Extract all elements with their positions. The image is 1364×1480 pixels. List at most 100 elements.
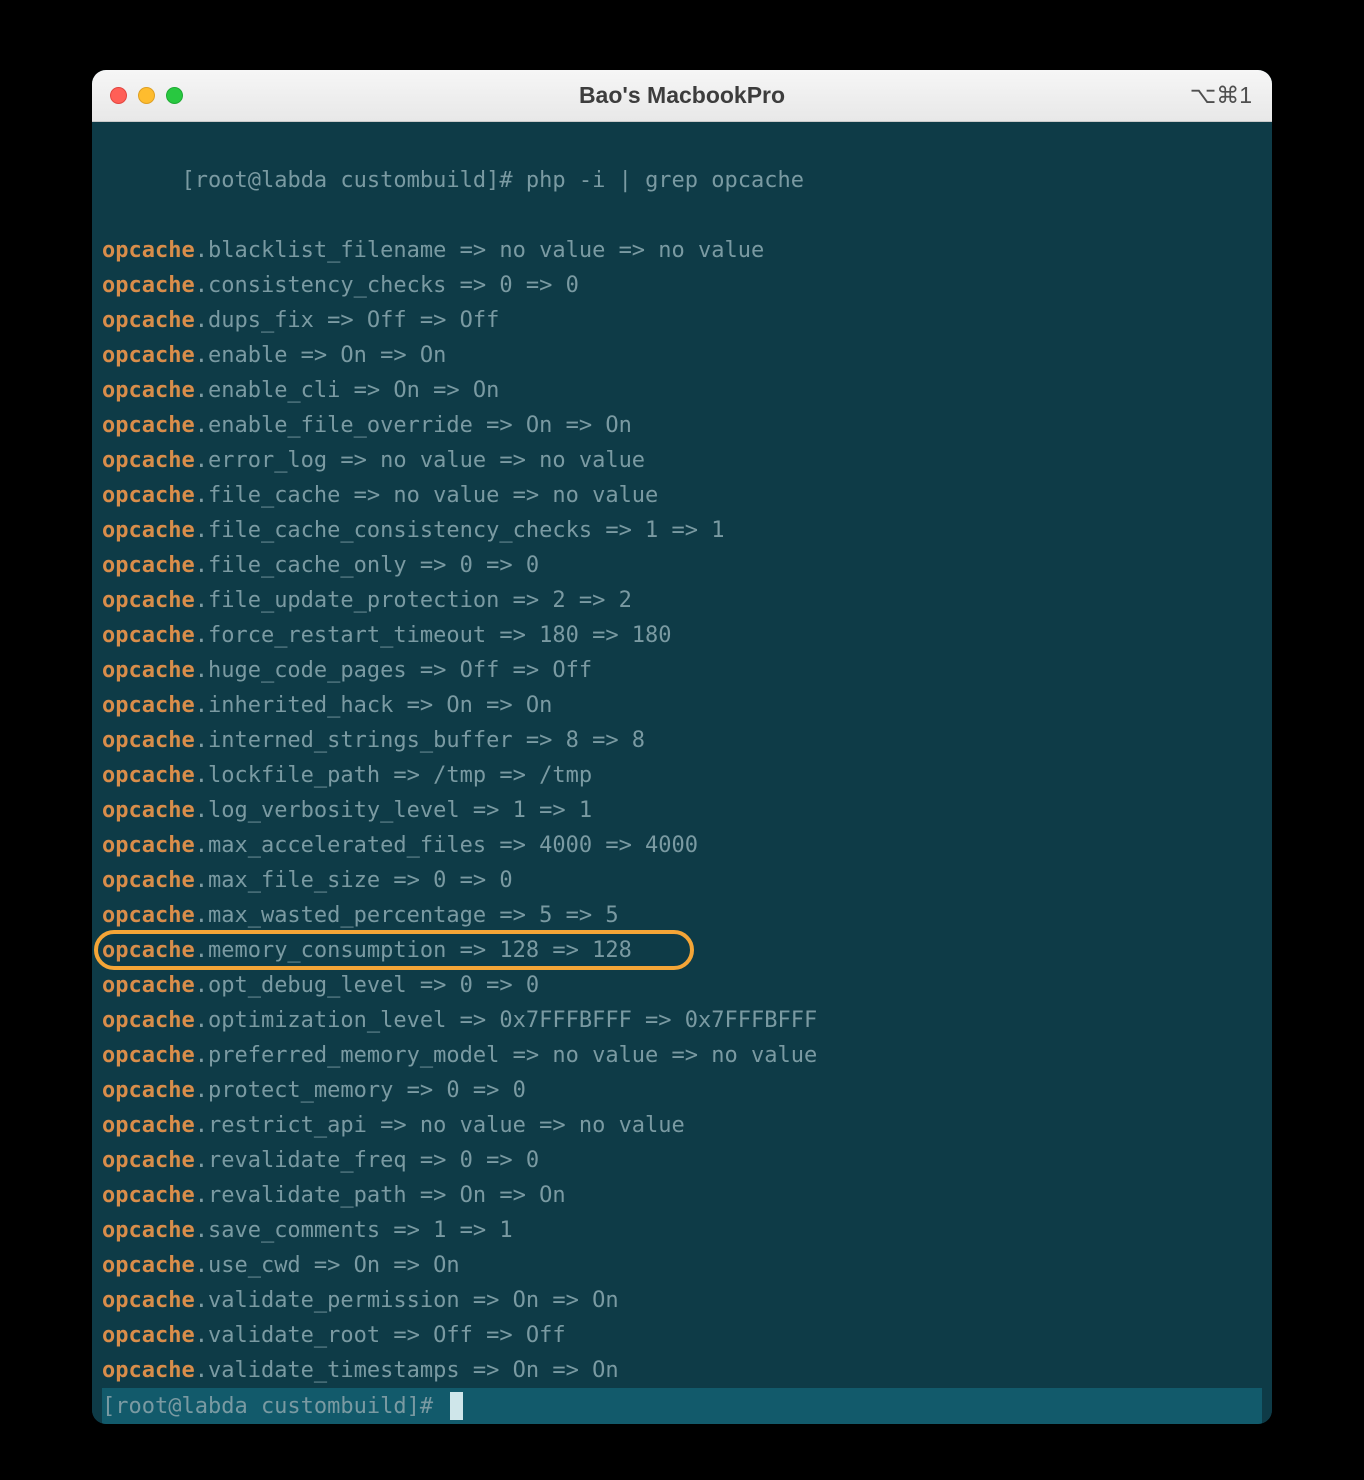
config-value: .restrict_api => no value => no value	[195, 1113, 685, 1138]
config-key: opcache	[102, 518, 195, 543]
config-value: .optimization_level => 0x7FFFBFFF => 0x7…	[195, 1008, 818, 1033]
config-key: opcache	[102, 1323, 195, 1348]
config-value: .use_cwd => On => On	[195, 1253, 460, 1278]
config-key: opcache	[102, 1253, 195, 1278]
config-value: .consistency_checks => 0 => 0	[195, 273, 579, 298]
config-value: .error_log => no value => no value	[195, 448, 645, 473]
config-value: .file_cache_only => 0 => 0	[195, 553, 539, 578]
config-key: opcache	[102, 413, 195, 438]
output-line: opcache.revalidate_path => On => On	[102, 1178, 1262, 1213]
output-line: opcache.lockfile_path => /tmp => /tmp	[102, 758, 1262, 793]
config-key: opcache	[102, 623, 195, 648]
config-value: .memory_consumption => 128 => 128	[195, 938, 632, 963]
output-line: opcache.enable_file_override => On => On	[102, 408, 1262, 443]
prompt-current[interactable]: [root@labda custombuild]#	[102, 1388, 1262, 1424]
output-line: opcache.file_update_protection => 2 => 2	[102, 583, 1262, 618]
window-title: Bao's MacbookPro	[92, 82, 1272, 109]
config-value: .file_cache => no value => no value	[195, 483, 659, 508]
config-key: opcache	[102, 658, 195, 683]
config-value: .max_accelerated_files => 4000 => 4000	[195, 833, 698, 858]
config-key: opcache	[102, 588, 195, 613]
config-key: opcache	[102, 868, 195, 893]
config-value: .enable_file_override => On => On	[195, 413, 632, 438]
config-key: opcache	[102, 1358, 195, 1383]
config-value: .max_wasted_percentage => 5 => 5	[195, 903, 619, 928]
config-key: opcache	[102, 1148, 195, 1173]
output-line: opcache.opt_debug_level => 0 => 0	[102, 968, 1262, 1003]
config-key: opcache	[102, 553, 195, 578]
titlebar: Bao's MacbookPro ⌥⌘1	[92, 70, 1272, 122]
config-value: .preferred_memory_model => no value => n…	[195, 1043, 818, 1068]
command-line: [root@labda custombuild]# php -i | grep …	[102, 128, 1262, 233]
config-value: .inherited_hack => On => On	[195, 693, 553, 718]
config-key: opcache	[102, 833, 195, 858]
config-key: opcache	[102, 1008, 195, 1033]
config-key: opcache	[102, 938, 195, 963]
config-key: opcache	[102, 238, 195, 263]
output-line: opcache.dups_fix => Off => Off	[102, 303, 1262, 338]
output-line: opcache.inherited_hack => On => On	[102, 688, 1262, 723]
config-key: opcache	[102, 693, 195, 718]
output-line: opcache.memory_consumption => 128 => 128	[102, 933, 1262, 968]
terminal-body[interactable]: [root@labda custombuild]# php -i | grep …	[92, 122, 1272, 1424]
config-value: .save_comments => 1 => 1	[195, 1218, 513, 1243]
config-key: opcache	[102, 273, 195, 298]
config-value: .huge_code_pages => Off => Off	[195, 658, 592, 683]
output-line: opcache.file_cache_consistency_checks =>…	[102, 513, 1262, 548]
output-line: opcache.save_comments => 1 => 1	[102, 1213, 1262, 1248]
config-value: .interned_strings_buffer => 8 => 8	[195, 728, 645, 753]
config-key: opcache	[102, 1288, 195, 1313]
config-key: opcache	[102, 1078, 195, 1103]
config-value: .enable_cli => On => On	[195, 378, 500, 403]
config-value: .revalidate_freq => 0 => 0	[195, 1148, 539, 1173]
config-value: .validate_permission => On => On	[195, 1288, 619, 1313]
config-key: opcache	[102, 973, 195, 998]
output-line: opcache.file_cache_only => 0 => 0	[102, 548, 1262, 583]
output-line: opcache.optimization_level => 0x7FFFBFFF…	[102, 1003, 1262, 1038]
terminal-window: Bao's MacbookPro ⌥⌘1 [root@labda customb…	[92, 70, 1272, 1424]
output-line: opcache.validate_permission => On => On	[102, 1283, 1262, 1318]
config-key: opcache	[102, 343, 195, 368]
output-line: opcache.interned_strings_buffer => 8 => …	[102, 723, 1262, 758]
config-value: .validate_timestamps => On => On	[195, 1358, 619, 1383]
output-line: opcache.protect_memory => 0 => 0	[102, 1073, 1262, 1108]
config-key: opcache	[102, 308, 195, 333]
config-key: opcache	[102, 378, 195, 403]
output-line: opcache.huge_code_pages => Off => Off	[102, 653, 1262, 688]
config-value: .max_file_size => 0 => 0	[195, 868, 513, 893]
config-key: opcache	[102, 798, 195, 823]
output-line: opcache.max_file_size => 0 => 0	[102, 863, 1262, 898]
output-line: opcache.max_accelerated_files => 4000 =>…	[102, 828, 1262, 863]
output-line: opcache.max_wasted_percentage => 5 => 5	[102, 898, 1262, 933]
config-value: .lockfile_path => /tmp => /tmp	[195, 763, 592, 788]
output-line: opcache.restrict_api => no value => no v…	[102, 1108, 1262, 1143]
config-value: .file_update_protection => 2 => 2	[195, 588, 632, 613]
output-line: opcache.validate_root => Off => Off	[102, 1318, 1262, 1353]
config-value: .dups_fix => Off => Off	[195, 308, 500, 333]
cursor-icon	[450, 1392, 463, 1420]
config-value: .validate_root => Off => Off	[195, 1323, 566, 1348]
output-line: opcache.enable => On => On	[102, 338, 1262, 373]
output-line: opcache.file_cache => no value => no val…	[102, 478, 1262, 513]
terminal-output: opcache.blacklist_filename => no value =…	[102, 233, 1262, 1388]
config-value: .blacklist_filename => no value => no va…	[195, 238, 765, 263]
config-value: .enable => On => On	[195, 343, 447, 368]
config-value: .opt_debug_level => 0 => 0	[195, 973, 539, 998]
output-line: opcache.use_cwd => On => On	[102, 1248, 1262, 1283]
config-key: opcache	[102, 1113, 195, 1138]
config-key: opcache	[102, 448, 195, 473]
config-key: opcache	[102, 1218, 195, 1243]
output-line: opcache.log_verbosity_level => 1 => 1	[102, 793, 1262, 828]
config-value: .protect_memory => 0 => 0	[195, 1078, 526, 1103]
config-key: opcache	[102, 763, 195, 788]
output-line: opcache.consistency_checks => 0 => 0	[102, 268, 1262, 303]
output-line: opcache.enable_cli => On => On	[102, 373, 1262, 408]
output-line: opcache.preferred_memory_model => no val…	[102, 1038, 1262, 1073]
config-key: opcache	[102, 1043, 195, 1068]
output-line: opcache.validate_timestamps => On => On	[102, 1353, 1262, 1388]
config-value: .revalidate_path => On => On	[195, 1183, 566, 1208]
output-line: opcache.force_restart_timeout => 180 => …	[102, 618, 1262, 653]
output-line: opcache.revalidate_freq => 0 => 0	[102, 1143, 1262, 1178]
output-line: opcache.blacklist_filename => no value =…	[102, 233, 1262, 268]
config-value: .log_verbosity_level => 1 => 1	[195, 798, 592, 823]
